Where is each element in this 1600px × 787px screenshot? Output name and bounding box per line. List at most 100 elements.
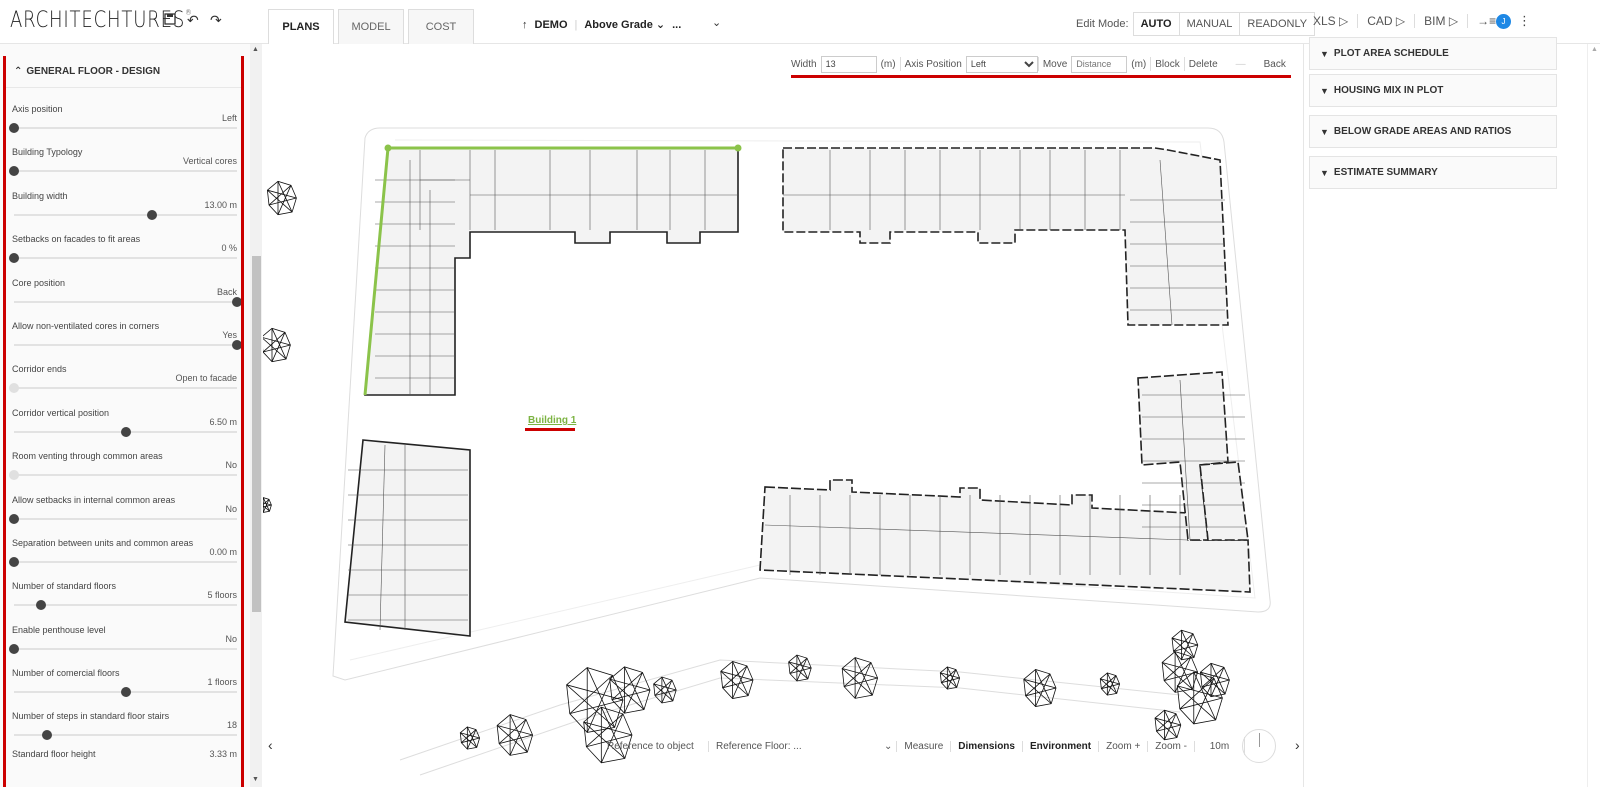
param-slider[interactable] (14, 687, 237, 698)
slider-knob[interactable] (147, 209, 158, 220)
scroll-up-icon[interactable]: ▲ (252, 46, 259, 53)
param-row: Allow non-ventilated cores in corners Yes (6, 309, 241, 352)
param-slider[interactable] (14, 339, 241, 350)
save-icon[interactable] (164, 12, 176, 28)
zoom-out-button[interactable]: Zoom - (1147, 740, 1194, 752)
param-slider[interactable] (14, 209, 237, 220)
accordion-plot-area-schedule[interactable]: ▼ PLOT AREA SCHEDULE (1309, 37, 1557, 70)
block-button[interactable]: Block (1151, 59, 1183, 70)
level-selector[interactable]: Above Grade ⌄ (584, 18, 665, 31)
floor-ellipsis[interactable]: ... (672, 19, 681, 31)
tree-icon (1171, 629, 1199, 661)
param-slider[interactable] (9, 556, 237, 567)
more-menu-icon[interactable]: ⋮ (1518, 13, 1531, 29)
slider-knob[interactable] (9, 383, 19, 394)
reference-floor-select[interactable]: Reference Floor: ... (708, 740, 880, 752)
accordion-estimate-summary[interactable]: ▼ ESTIMATE SUMMARY (1309, 156, 1557, 189)
param-slider[interactable] (14, 600, 237, 611)
dash-separator: — (1235, 58, 1246, 70)
slider-knob[interactable] (9, 470, 19, 481)
export-bim-button[interactable]: BIM ▷ (1414, 14, 1467, 28)
zoom-in-button[interactable]: Zoom + (1098, 740, 1147, 752)
scroll-down-icon[interactable]: ▼ (252, 776, 259, 783)
width-input[interactable] (820, 55, 877, 73)
tab-cost[interactable]: COST (408, 9, 474, 44)
chevron-right-icon[interactable]: › (1295, 737, 1300, 753)
slider-knob[interactable] (35, 600, 46, 611)
slider-knob[interactable] (9, 556, 19, 567)
accordion-below-grade[interactable]: ▼ BELOW GRADE AREAS AND RATIOS (1309, 115, 1557, 148)
dimensions-toggle[interactable]: Dimensions (950, 740, 1022, 752)
slider-knob[interactable] (232, 339, 241, 350)
user-avatar[interactable]: J (1496, 14, 1511, 29)
project-name[interactable]: DEMO (535, 19, 568, 31)
scroll-up-icon[interactable]: ▲ (1591, 46, 1598, 53)
building-wing-west (344, 439, 471, 637)
chevron-down-icon: ▼ (1320, 126, 1329, 137)
chevron-down-icon[interactable]: ⌄ (712, 16, 721, 29)
export-xls-button[interactable]: XLS ▷ (1304, 14, 1357, 28)
chevron-down-icon[interactable]: ⌄ (880, 741, 896, 752)
param-row: Number of comercial floors 1 floors (6, 656, 241, 699)
slider-knob[interactable] (9, 123, 19, 133)
edit-mode-manual[interactable]: MANUAL (1180, 13, 1241, 35)
tab-model[interactable]: MODEL (338, 9, 404, 44)
param-slider[interactable] (9, 513, 237, 524)
param-slider[interactable] (9, 643, 237, 654)
reference-to-object-button[interactable]: Reference to object (600, 741, 708, 752)
environment-toggle[interactable]: Environment (1021, 740, 1098, 752)
slider-knob[interactable] (120, 426, 131, 437)
param-slider[interactable] (9, 383, 237, 394)
param-slider[interactable] (14, 296, 241, 307)
undo-icon[interactable]: ↶ (187, 12, 199, 29)
left-panel-scrollbar[interactable]: ▲ ▼ (250, 44, 262, 787)
edit-strip: Width (m) Axis Position Left Move (m) Bl… (787, 54, 1290, 74)
tree-icon (1099, 672, 1121, 696)
slider-knob[interactable] (9, 166, 19, 177)
slider-knob[interactable] (9, 513, 19, 524)
param-slider[interactable] (14, 730, 237, 741)
width-unit: (m) (880, 58, 896, 70)
slider-knob[interactable] (232, 296, 241, 307)
chevron-left-icon[interactable]: ‹ (268, 737, 273, 753)
redo-icon[interactable]: ↷ (210, 12, 222, 29)
scrollbar-thumb[interactable] (252, 256, 261, 612)
param-label: Building width (12, 190, 68, 201)
delete-button[interactable]: Delete (1185, 59, 1222, 70)
plan-canvas[interactable] (263, 44, 1303, 787)
param-slider[interactable] (9, 470, 237, 481)
axis-position-select[interactable]: Left (965, 55, 1038, 73)
param-slider[interactable] (9, 123, 237, 133)
site-plan-drawing[interactable] (263, 44, 1303, 787)
accordion-housing-mix[interactable]: ▼ HOUSING MIX IN PLOT (1309, 74, 1557, 107)
param-label: Core position (12, 277, 66, 288)
param-slider[interactable] (9, 166, 237, 177)
param-slider[interactable] (9, 253, 237, 264)
chevron-up-icon: ⌃ (14, 66, 23, 77)
tab-plans[interactable]: PLANS (268, 9, 334, 45)
axis-handle-start (384, 144, 392, 152)
slider-knob[interactable] (42, 730, 53, 741)
accordion-title: PLOT AREA SCHEDULE (1333, 48, 1449, 59)
back-button[interactable]: Back (1260, 59, 1290, 70)
slider-knob[interactable] (120, 687, 131, 698)
move-distance-input[interactable] (1071, 55, 1128, 73)
edit-mode-auto[interactable]: AUTO (1134, 13, 1180, 35)
param-value: 0.00 m (209, 546, 237, 557)
param-value: No (225, 633, 237, 644)
section-header-general-floor[interactable]: ⌃ GENERAL FLOOR - DESIGN (6, 56, 241, 88)
slider-knob[interactable] (9, 253, 19, 264)
compass-icon[interactable] (1242, 729, 1276, 763)
chevron-down-icon: ▼ (1320, 85, 1329, 96)
param-row: Allow setbacks in internal common areas N… (6, 483, 241, 526)
param-label: Enable penthouse level (12, 624, 106, 635)
measure-button[interactable]: Measure (896, 740, 950, 752)
param-value: 1 floors (207, 677, 237, 688)
export-cad-button[interactable]: CAD ▷ (1357, 14, 1414, 28)
param-slider[interactable] (14, 426, 237, 437)
right-panel-scrollbar[interactable]: ▲ (1587, 44, 1600, 787)
up-arrow-icon[interactable]: ↑ (522, 19, 528, 31)
move-label: Move (1042, 58, 1068, 70)
building-label[interactable]: Building 1 (528, 415, 576, 426)
slider-knob[interactable] (9, 643, 19, 654)
